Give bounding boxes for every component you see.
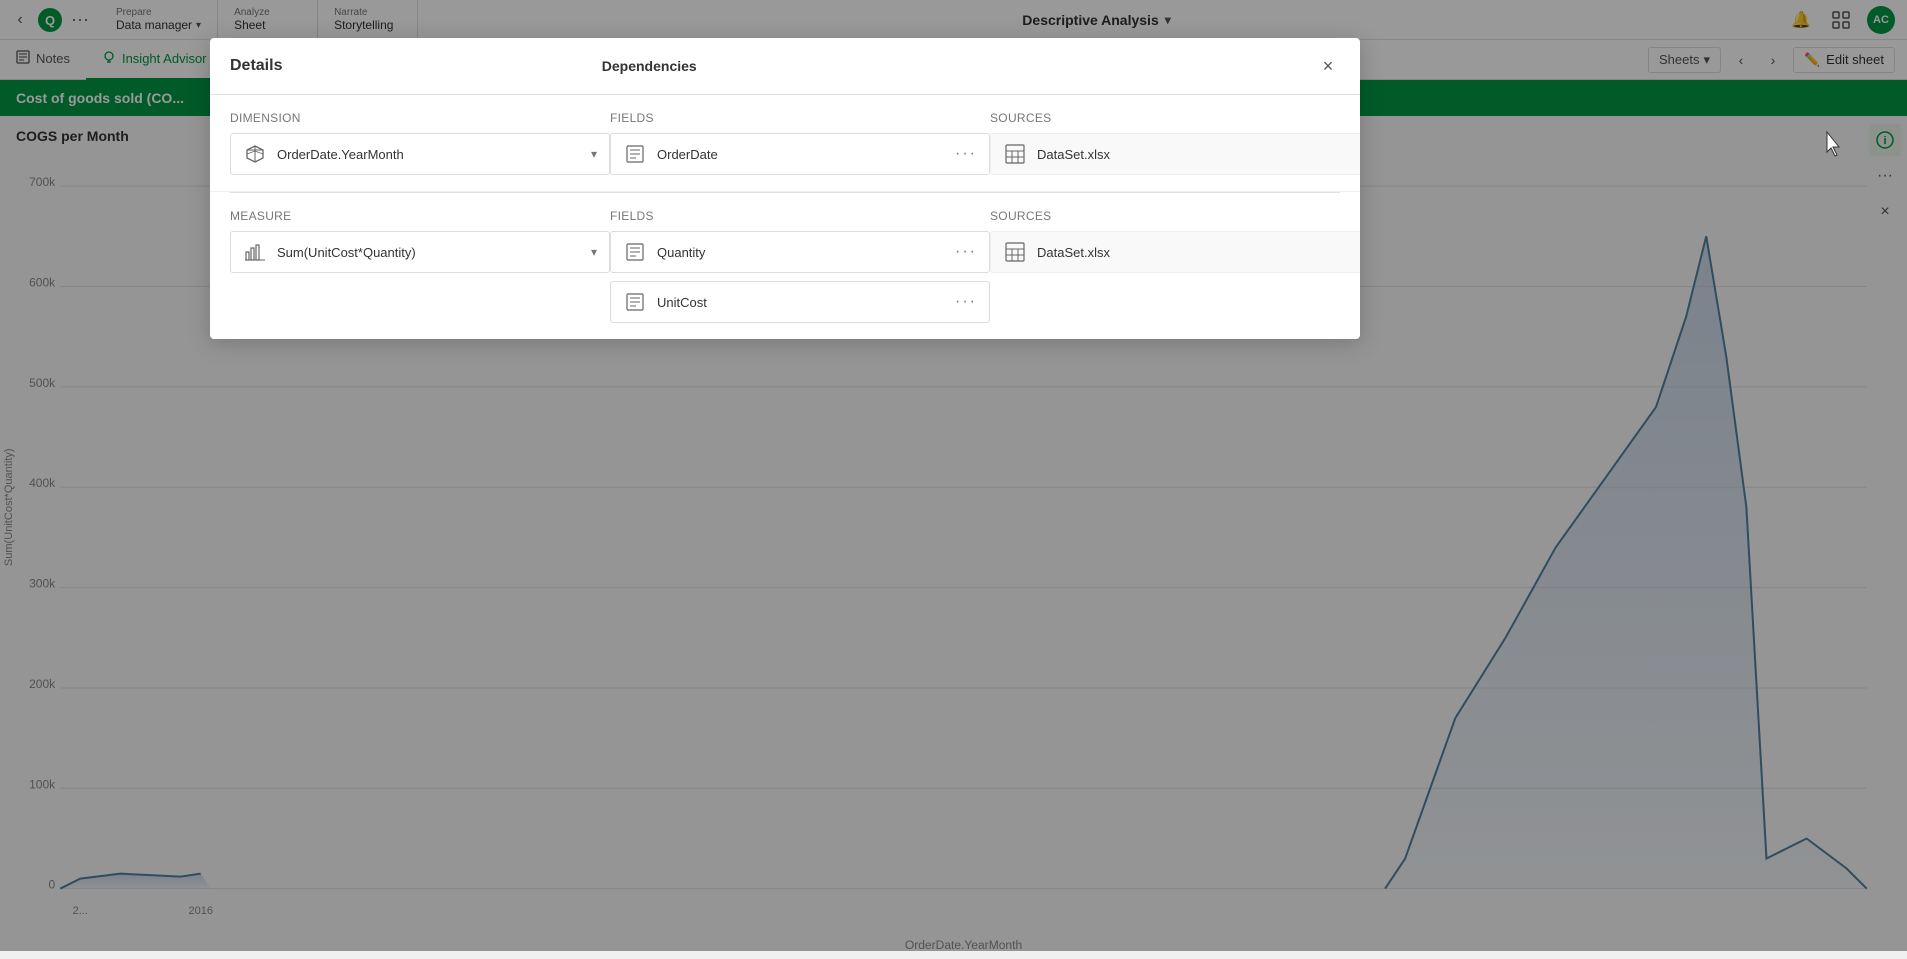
measure-field-card[interactable]: Sum(UnitCost*Quantity) ▾	[230, 231, 610, 273]
measure-fields-label: Fields	[610, 209, 990, 223]
cube-icon	[245, 144, 265, 164]
dimension-sources-list: DataSet.xlsx	[990, 133, 1360, 175]
orderdate-more-button[interactable]: ···	[955, 145, 977, 163]
field-list-icon-unitcost	[623, 290, 647, 314]
dimension-chevron[interactable]: ▾	[591, 147, 597, 161]
modal-close-button[interactable]: ×	[1316, 54, 1340, 78]
measure-icon-svg	[245, 242, 265, 262]
measure-chevron[interactable]: ▾	[591, 245, 597, 259]
measure-name: Sum(UnitCost*Quantity)	[277, 245, 581, 260]
dimension-fields-column: Fields OrderDate	[610, 111, 990, 175]
measure-source-card: DataSet.xlsx	[990, 231, 1360, 273]
measure-label: Measure	[230, 209, 610, 223]
details-modal: Details Dependencies × Dimension	[210, 38, 1360, 339]
table-icon-svg	[1005, 144, 1025, 164]
measure-sources-label: Sources	[990, 209, 1360, 223]
field-list-icon-orderdate	[623, 142, 647, 166]
dimension-column: Dimension OrderDate.YearMonth	[230, 111, 610, 175]
dimension-sources-column: Sources	[990, 111, 1360, 175]
table-icon-svg-meas	[1005, 242, 1025, 262]
measure-column: Measure Sum(UnitCost*Quantity) ▾	[230, 209, 610, 273]
orderdate-field-name: OrderDate	[657, 147, 945, 162]
unitcost-more-button[interactable]: ···	[955, 293, 977, 311]
measure-fields-list: Quantity ···	[610, 231, 990, 323]
dimension-source-name: DataSet.xlsx	[1037, 147, 1110, 162]
measure-icon	[243, 240, 267, 264]
dependencies-header-label: Dependencies	[602, 58, 697, 74]
measure-fields-column: Fields Quantity	[610, 209, 990, 323]
list-icon	[626, 145, 644, 163]
measure-source-name: DataSet.xlsx	[1037, 245, 1110, 260]
modal-header: Details Dependencies ×	[210, 38, 1360, 95]
measure-sources-column: Sources	[990, 209, 1360, 273]
dimension-fields-list: OrderDate ···	[610, 133, 990, 175]
dimension-row: Dimension OrderDate.YearMonth	[210, 95, 1360, 192]
order-date-field-card[interactable]: OrderDate ···	[610, 133, 990, 175]
dimension-source-card: DataSet.xlsx	[990, 133, 1360, 175]
modal-overlay[interactable]: Details Dependencies × Dimension	[0, 0, 1907, 951]
dimension-icon	[243, 142, 267, 166]
unitcost-field-card[interactable]: UnitCost ···	[610, 281, 990, 323]
dimension-field-card[interactable]: OrderDate.YearMonth ▾	[230, 133, 610, 175]
quantity-more-button[interactable]: ···	[955, 243, 977, 261]
measure-row: Measure Sum(UnitCost*Quantity) ▾	[210, 193, 1360, 339]
modal-sections-header: Dependencies	[602, 58, 997, 74]
measure-sources-list: DataSet.xlsx	[990, 231, 1360, 273]
dimension-fields-label: Fields	[610, 111, 990, 125]
field-list-icon-quantity	[623, 240, 647, 264]
dimension-name: OrderDate.YearMonth	[277, 147, 581, 162]
list-icon-qty	[626, 243, 644, 261]
table-icon-meas	[1003, 240, 1027, 264]
modal-body: Dimension OrderDate.YearMonth	[210, 95, 1360, 339]
table-icon-dim	[1003, 142, 1027, 166]
quantity-field-name: Quantity	[657, 245, 945, 260]
dimension-sources-label: Sources	[990, 111, 1360, 125]
dimension-label: Dimension	[230, 111, 610, 125]
quantity-field-card[interactable]: Quantity ···	[610, 231, 990, 273]
unitcost-field-name: UnitCost	[657, 295, 945, 310]
list-icon-uc	[626, 293, 644, 311]
modal-title: Details	[230, 57, 282, 75]
